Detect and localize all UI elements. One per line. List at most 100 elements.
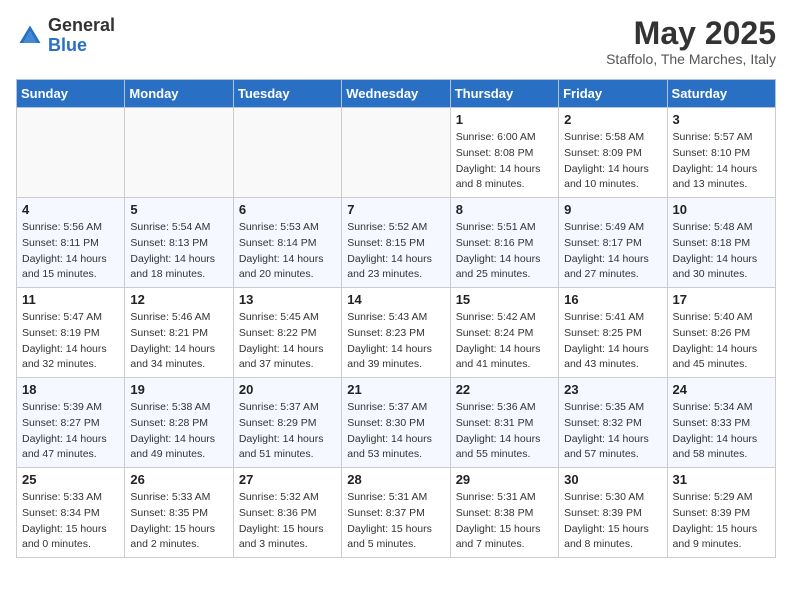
calendar-day-cell	[233, 108, 341, 198]
day-info: Sunrise: 5:53 AMSunset: 8:14 PMDaylight:…	[239, 220, 336, 283]
day-info: Sunrise: 5:30 AMSunset: 8:39 PMDaylight:…	[564, 490, 661, 553]
calendar-day-cell: 12 Sunrise: 5:46 AMSunset: 8:21 PMDayligh…	[125, 288, 233, 378]
calendar-day-cell: 16 Sunrise: 5:41 AMSunset: 8:25 PMDayligh…	[559, 288, 667, 378]
day-number: 4	[22, 202, 119, 217]
day-info: Sunrise: 5:46 AMSunset: 8:21 PMDaylight:…	[130, 310, 227, 373]
logo-text: General Blue	[48, 16, 115, 56]
calendar-day-cell: 13 Sunrise: 5:45 AMSunset: 8:22 PMDayligh…	[233, 288, 341, 378]
day-info: Sunrise: 5:33 AMSunset: 8:34 PMDaylight:…	[22, 490, 119, 553]
day-info: Sunrise: 5:52 AMSunset: 8:15 PMDaylight:…	[347, 220, 444, 283]
day-number: 24	[673, 382, 770, 397]
day-info: Sunrise: 5:54 AMSunset: 8:13 PMDaylight:…	[130, 220, 227, 283]
day-number: 13	[239, 292, 336, 307]
day-number: 23	[564, 382, 661, 397]
title-block: May 2025 Staffolo, The Marches, Italy	[606, 16, 776, 67]
day-info: Sunrise: 5:39 AMSunset: 8:27 PMDaylight:…	[22, 400, 119, 463]
day-number: 29	[456, 472, 553, 487]
day-number: 7	[347, 202, 444, 217]
calendar-day-cell: 4Sunrise: 5:56 AMSunset: 8:11 PMDaylight…	[17, 198, 125, 288]
day-info: Sunrise: 5:38 AMSunset: 8:28 PMDaylight:…	[130, 400, 227, 463]
calendar-day-cell: 21Sunrise: 5:37 AMSunset: 8:30 PMDayligh…	[342, 378, 450, 468]
day-info: Sunrise: 5:33 AMSunset: 8:35 PMDaylight:…	[130, 490, 227, 553]
calendar-week-row: 1Sunrise: 6:00 AMSunset: 8:08 PMDaylight…	[17, 108, 776, 198]
day-info: Sunrise: 5:42 AMSunset: 8:24 PMDaylight:…	[456, 310, 553, 373]
calendar-header-row: SundayMondayTuesdayWednesdayThursdayFrid…	[17, 80, 776, 108]
day-info: Sunrise: 5:47 AMSunset: 8:19 PMDaylight:…	[22, 310, 119, 373]
day-info: Sunrise: 5:37 AMSunset: 8:30 PMDaylight:…	[347, 400, 444, 463]
logo-general: General	[48, 15, 115, 35]
day-info: Sunrise: 5:31 AMSunset: 8:38 PMDaylight:…	[456, 490, 553, 553]
day-number: 17	[673, 292, 770, 307]
calendar-day-cell	[125, 108, 233, 198]
calendar-table: SundayMondayTuesdayWednesdayThursdayFrid…	[16, 79, 776, 558]
logo: General Blue	[16, 16, 115, 56]
day-number: 26	[130, 472, 227, 487]
calendar-day-cell: 3 Sunrise: 5:57 AMSunset: 8:10 PMDaylight…	[667, 108, 775, 198]
calendar-header-wednesday: Wednesday	[342, 80, 450, 108]
calendar-header-thursday: Thursday	[450, 80, 558, 108]
calendar-day-cell: 19 Sunrise: 5:38 AMSunset: 8:28 PMDayligh…	[125, 378, 233, 468]
day-info: Sunrise: 5:58 AMSunset: 8:09 PMDaylight:…	[564, 130, 661, 193]
day-number: 18	[22, 382, 119, 397]
calendar-day-cell: 5 Sunrise: 5:54 AMSunset: 8:13 PMDaylight…	[125, 198, 233, 288]
calendar-day-cell: 8Sunrise: 5:51 AMSunset: 8:16 PMDaylight…	[450, 198, 558, 288]
calendar-day-cell	[17, 108, 125, 198]
day-info: Sunrise: 5:32 AMSunset: 8:36 PMDaylight:…	[239, 490, 336, 553]
day-number: 16	[564, 292, 661, 307]
day-number: 5	[130, 202, 227, 217]
day-info: Sunrise: 5:40 AMSunset: 8:26 PMDaylight:…	[673, 310, 770, 373]
calendar-day-cell: 30 Sunrise: 5:30 AMSunset: 8:39 PMDayligh…	[559, 468, 667, 558]
calendar-header-tuesday: Tuesday	[233, 80, 341, 108]
calendar-day-cell: 23Sunrise: 5:35 AMSunset: 8:32 PMDayligh…	[559, 378, 667, 468]
calendar-day-cell: 20 Sunrise: 5:37 AMSunset: 8:29 PMDayligh…	[233, 378, 341, 468]
calendar-day-cell: 11 Sunrise: 5:47 AMSunset: 8:19 PMDayligh…	[17, 288, 125, 378]
day-info: Sunrise: 5:37 AMSunset: 8:29 PMDaylight:…	[239, 400, 336, 463]
calendar-day-cell: 25Sunrise: 5:33 AMSunset: 8:34 PMDayligh…	[17, 468, 125, 558]
day-number: 1	[456, 112, 553, 127]
calendar-day-cell: 6Sunrise: 5:53 AMSunset: 8:14 PMDaylight…	[233, 198, 341, 288]
month-title: May 2025	[606, 16, 776, 51]
day-info: Sunrise: 5:31 AMSunset: 8:37 PMDaylight:…	[347, 490, 444, 553]
day-number: 12	[130, 292, 227, 307]
page-header: General Blue May 2025 Staffolo, The Marc…	[16, 16, 776, 67]
calendar-day-cell: 27 Sunrise: 5:32 AMSunset: 8:36 PMDayligh…	[233, 468, 341, 558]
day-number: 14	[347, 292, 444, 307]
calendar-day-cell: 2 Sunrise: 5:58 AMSunset: 8:09 PMDaylight…	[559, 108, 667, 198]
calendar-day-cell: 1Sunrise: 6:00 AMSunset: 8:08 PMDaylight…	[450, 108, 558, 198]
day-number: 11	[22, 292, 119, 307]
day-number: 3	[673, 112, 770, 127]
day-info: Sunrise: 5:45 AMSunset: 8:22 PMDaylight:…	[239, 310, 336, 373]
calendar-week-row: 18 Sunrise: 5:39 AMSunset: 8:27 PMDayligh…	[17, 378, 776, 468]
day-info: Sunrise: 5:48 AMSunset: 8:18 PMDaylight:…	[673, 220, 770, 283]
day-number: 20	[239, 382, 336, 397]
day-info: Sunrise: 5:41 AMSunset: 8:25 PMDaylight:…	[564, 310, 661, 373]
calendar-day-cell: 29 Sunrise: 5:31 AMSunset: 8:38 PMDayligh…	[450, 468, 558, 558]
day-info: Sunrise: 5:49 AMSunset: 8:17 PMDaylight:…	[564, 220, 661, 283]
calendar-day-cell: 15Sunrise: 5:42 AMSunset: 8:24 PMDayligh…	[450, 288, 558, 378]
calendar-week-row: 4Sunrise: 5:56 AMSunset: 8:11 PMDaylight…	[17, 198, 776, 288]
calendar-day-cell: 26 Sunrise: 5:33 AMSunset: 8:35 PMDayligh…	[125, 468, 233, 558]
calendar-week-row: 25Sunrise: 5:33 AMSunset: 8:34 PMDayligh…	[17, 468, 776, 558]
day-info: Sunrise: 5:43 AMSunset: 8:23 PMDaylight:…	[347, 310, 444, 373]
calendar-day-cell: 17 Sunrise: 5:40 AMSunset: 8:26 PMDayligh…	[667, 288, 775, 378]
day-info: Sunrise: 5:36 AMSunset: 8:31 PMDaylight:…	[456, 400, 553, 463]
day-number: 19	[130, 382, 227, 397]
calendar-day-cell: 14 Sunrise: 5:43 AMSunset: 8:23 PMDayligh…	[342, 288, 450, 378]
calendar-header-saturday: Saturday	[667, 80, 775, 108]
day-number: 28	[347, 472, 444, 487]
day-info: Sunrise: 5:57 AMSunset: 8:10 PMDaylight:…	[673, 130, 770, 193]
day-number: 8	[456, 202, 553, 217]
location-subtitle: Staffolo, The Marches, Italy	[606, 51, 776, 67]
day-number: 27	[239, 472, 336, 487]
calendar-header-friday: Friday	[559, 80, 667, 108]
day-number: 30	[564, 472, 661, 487]
calendar-day-cell: 28 Sunrise: 5:31 AMSunset: 8:37 PMDayligh…	[342, 468, 450, 558]
day-number: 22	[456, 382, 553, 397]
logo-icon	[16, 22, 44, 50]
calendar-header-monday: Monday	[125, 80, 233, 108]
calendar-day-cell	[342, 108, 450, 198]
calendar-week-row: 11 Sunrise: 5:47 AMSunset: 8:19 PMDayligh…	[17, 288, 776, 378]
calendar-header-sunday: Sunday	[17, 80, 125, 108]
day-number: 2	[564, 112, 661, 127]
day-info: Sunrise: 5:34 AMSunset: 8:33 PMDaylight:…	[673, 400, 770, 463]
